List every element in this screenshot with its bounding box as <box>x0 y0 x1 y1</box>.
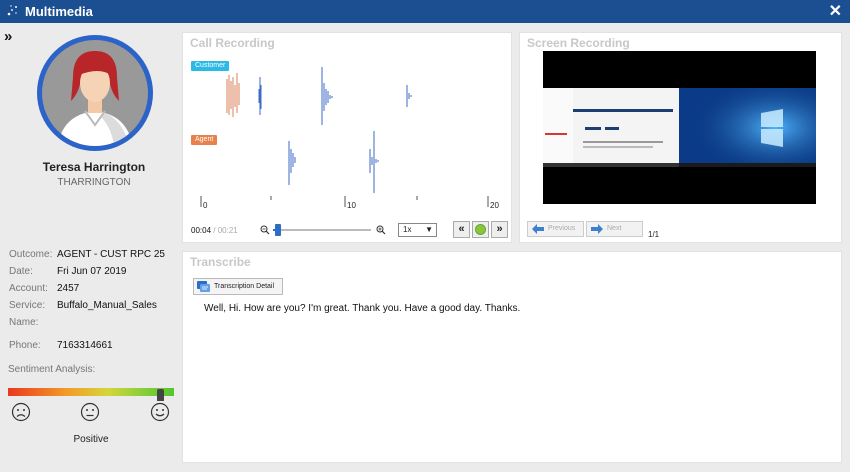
transcript-icon <box>197 281 210 292</box>
neutral-face-icon <box>80 402 100 422</box>
speed-select[interactable]: 1x ▼ <box>398 223 437 237</box>
info-row-date: Date: Fri Jun 07 2019 <box>9 266 165 283</box>
title-bar: Multimedia ✕ <box>0 0 850 23</box>
expand-icon[interactable]: » <box>4 28 12 45</box>
info-label: Outcome: <box>9 249 53 260</box>
speed-value: 1x <box>403 225 412 234</box>
info-row-account: Account: 2457 <box>9 283 165 300</box>
close-icon[interactable]: ✕ <box>829 1 842 21</box>
info-row-name: Name: <box>9 317 165 334</box>
agent-panel: » Teresa Harrington THARRINGTON Outcome:… <box>0 23 180 472</box>
screen-recording-image[interactable] <box>543 51 816 204</box>
transcript-text: Well, Hi. How are you? I'm great. Thank … <box>204 303 521 314</box>
info-label: Date: <box>9 266 33 277</box>
info-label: Name: <box>9 317 39 328</box>
transcription-detail-label: Transcription Detail <box>214 283 275 290</box>
screen-recording-panel: Screen Recording Previous Next 1/1 <box>519 32 842 243</box>
transcribe-title: Transcribe <box>190 255 251 269</box>
fast-forward-button[interactable]: » <box>491 221 508 238</box>
info-value: 2457 <box>57 283 80 294</box>
previous-button[interactable]: Previous <box>527 221 584 237</box>
current-time: 00:04 <box>191 226 212 235</box>
waveform[interactable] <box>183 33 511 213</box>
arrow-left-icon <box>532 224 544 234</box>
chevron-down-icon: ▼ <box>425 225 433 234</box>
timeline-tick: 20 <box>490 201 499 210</box>
rewind-button[interactable]: « <box>453 221 470 238</box>
transcribe-panel: Transcribe Transcription Detail Well, Hi… <box>182 251 842 463</box>
sentiment-label: Sentiment Analysis: <box>8 364 96 375</box>
happy-face-icon <box>150 402 170 422</box>
app-logo-icon <box>7 5 17 16</box>
call-recording-panel: Call Recording Customer Agent 0 10 20 00… <box>182 32 512 243</box>
info-row-phone: Phone: 7163314661 <box>9 340 165 357</box>
pause-button[interactable] <box>472 221 489 238</box>
info-label: Service: <box>9 300 46 311</box>
total-time: 00:21 <box>217 226 238 235</box>
time-separator: / <box>211 226 218 235</box>
info-label: Account: <box>9 283 48 294</box>
zoom-slider-thumb[interactable] <box>275 224 281 236</box>
transcription-detail-button[interactable]: Transcription Detail <box>193 278 284 295</box>
playback-time: 00:04 / 00:21 <box>191 226 238 235</box>
sad-face-icon <box>11 402 31 422</box>
arrow-right-icon <box>591 224 603 234</box>
zoom-in-icon[interactable] <box>376 225 386 235</box>
agent-name: Teresa Harrington <box>42 160 146 174</box>
sentiment-value: Positive <box>73 434 109 445</box>
info-label: Phone: <box>9 340 41 351</box>
timeline-tick: 10 <box>347 201 356 210</box>
previous-label: Previous <box>548 225 576 232</box>
info-row-outcome: Outcome: AGENT - CUST RPC 25 <box>9 249 165 266</box>
info-row-service: Service: Buffalo_Manual_Sales <box>9 300 165 317</box>
zoom-out-icon[interactable] <box>260 225 270 235</box>
pause-icon <box>475 224 486 235</box>
sentiment-marker <box>157 389 165 401</box>
info-value: AGENT - CUST RPC 25 <box>57 249 165 260</box>
avatar <box>37 35 153 151</box>
timeline-tick: 0 <box>203 201 208 210</box>
call-info: Outcome: AGENT - CUST RPC 25 Date: Fri J… <box>9 249 165 357</box>
info-value: Buffalo_Manual_Sales <box>57 300 157 311</box>
info-value: Fri Jun 07 2019 <box>57 266 127 277</box>
screen-thumbnail <box>543 51 816 204</box>
screen-recording-title: Screen Recording <box>527 36 630 50</box>
window-title: Multimedia <box>25 4 93 19</box>
info-value: 7163314661 <box>57 340 113 351</box>
next-label: Next <box>607 225 622 232</box>
zoom-slider[interactable] <box>273 224 371 236</box>
agent-username: THARRINGTON <box>57 177 131 188</box>
sentiment-bar <box>8 388 174 396</box>
next-button[interactable]: Next <box>586 221 643 237</box>
page-count: 1/1 <box>648 230 660 239</box>
